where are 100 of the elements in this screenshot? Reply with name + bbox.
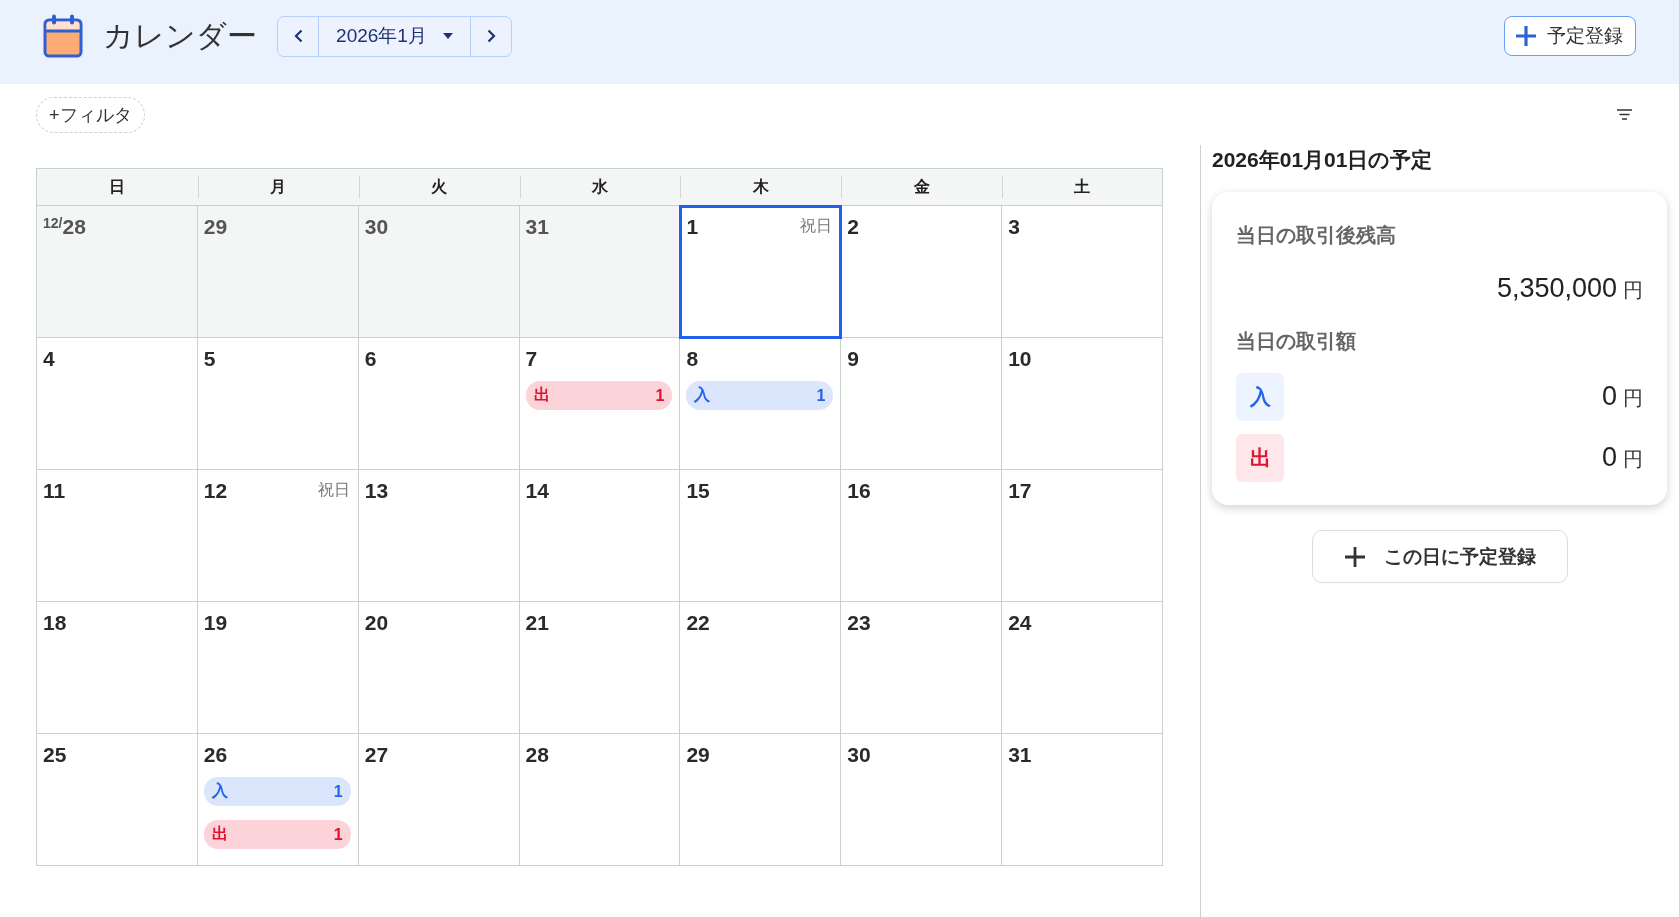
- caret-down-icon: [442, 33, 453, 39]
- filter-icon[interactable]: [1617, 109, 1632, 120]
- day-schedule-title: 2026年01月01日の予定: [1212, 147, 1434, 173]
- day-cell[interactable]: 23: [841, 602, 1003, 734]
- day-cell[interactable]: 20: [358, 602, 520, 734]
- day-cell[interactable]: 1 祝日: [680, 206, 842, 338]
- day-cell[interactable]: 29: [680, 734, 842, 866]
- day-cell[interactable]: 10: [1002, 338, 1163, 470]
- day-cell[interactable]: 12 祝日: [197, 470, 359, 602]
- day-number: 20: [364, 610, 389, 636]
- event-chip[interactable]: 出 1: [203, 820, 351, 849]
- day-cell[interactable]: 16: [841, 470, 1003, 602]
- day-number: 13: [364, 478, 389, 504]
- day-number: 4: [43, 346, 55, 372]
- weekday-header: 金: [841, 169, 1003, 206]
- transaction-amount: 0: [1601, 380, 1617, 413]
- day-cell[interactable]: 27: [358, 734, 520, 866]
- day-number: 17: [1008, 478, 1032, 504]
- day-number: 25: [43, 742, 67, 768]
- day-cell[interactable]: 26 入 1 出 1: [197, 734, 359, 866]
- day-number: 31: [525, 214, 549, 240]
- day-number: 23: [847, 610, 871, 636]
- day-cell[interactable]: 31: [1002, 734, 1163, 866]
- day-cell[interactable]: 14: [519, 470, 681, 602]
- day-number: 5: [203, 346, 216, 372]
- day-cell[interactable]: 17: [1002, 470, 1163, 602]
- add-filter-button[interactable]: +フィルタ: [36, 96, 145, 133]
- transaction-type-badge: 出: [1236, 434, 1284, 482]
- day-number: 6: [364, 346, 377, 372]
- day-number: 31: [1008, 742, 1032, 768]
- day-number: 7: [525, 346, 538, 372]
- day-number: 19: [203, 610, 228, 636]
- transactions-label: 当日の取引額: [1236, 329, 1357, 354]
- day-cell[interactable]: 9: [841, 338, 1003, 470]
- weekday-header: 月: [197, 169, 359, 206]
- day-cell[interactable]: 21: [519, 602, 681, 734]
- day-cell[interactable]: 22: [680, 602, 842, 734]
- day-cell[interactable]: 3: [1002, 206, 1163, 338]
- add-day-schedule-button[interactable]: この日に予定登録: [1311, 530, 1568, 583]
- day-number: 10: [1008, 346, 1032, 372]
- day-cell[interactable]: 25: [37, 734, 198, 866]
- day-number: 30: [364, 214, 389, 240]
- add-schedule-button[interactable]: 予定登録: [1504, 16, 1636, 56]
- day-number: 22: [686, 610, 710, 636]
- day-number: 3: [1008, 214, 1020, 240]
- balance-amount: 5,350,000: [1496, 272, 1617, 305]
- day-cell[interactable]: 28: [519, 734, 681, 866]
- chevron-left-icon: [293, 29, 303, 43]
- month-picker-button[interactable]: 2026年1月: [318, 16, 471, 56]
- currency-unit: 円: [1623, 447, 1643, 472]
- day-number: 26: [203, 742, 228, 768]
- day-number: 1: [686, 214, 699, 240]
- weekday-header: 水: [519, 169, 681, 206]
- day-number: 24: [1008, 610, 1032, 636]
- day-cell[interactable]: 13: [358, 470, 520, 602]
- app-title: カレンダー: [103, 17, 257, 54]
- day-cell[interactable]: 30: [841, 734, 1003, 866]
- day-cell[interactable]: 8 入 1: [680, 338, 842, 470]
- transaction-amount: 0: [1601, 441, 1617, 474]
- day-number: 29: [686, 742, 710, 768]
- day-number: 28: [525, 742, 549, 768]
- weekday-header: 日: [37, 169, 198, 206]
- day-cell[interactable]: 4: [37, 338, 198, 470]
- currency-unit: 円: [1623, 278, 1643, 303]
- day-cell[interactable]: 29: [197, 206, 359, 338]
- day-number: 16: [847, 478, 871, 504]
- day-number: 8: [686, 346, 699, 372]
- day-number: 18: [43, 610, 67, 636]
- weekday-header: 火: [358, 169, 520, 206]
- day-cell[interactable]: 31: [519, 206, 681, 338]
- day-cell[interactable]: 6: [358, 338, 520, 470]
- balance-label: 当日の取引後残高: [1236, 223, 1397, 248]
- weekday-header: 木: [680, 169, 842, 206]
- weekday-header: 土: [1002, 169, 1163, 206]
- day-cell[interactable]: 30: [358, 206, 520, 338]
- day-cell[interactable]: 18: [37, 602, 198, 734]
- holiday-label: 祝日: [800, 216, 833, 236]
- day-number: 9: [847, 346, 859, 372]
- chevron-right-icon: [486, 29, 496, 43]
- day-number: 21: [525, 610, 549, 636]
- day-cell[interactable]: 11: [37, 470, 198, 602]
- plus-icon: [1515, 25, 1537, 47]
- day-cell[interactable]: 7 出 1: [519, 338, 681, 470]
- event-chip[interactable]: 入 1: [686, 381, 834, 410]
- day-number: 15: [686, 478, 710, 504]
- calendar-icon: [43, 14, 83, 58]
- day-number: 12: [203, 478, 228, 504]
- event-chip[interactable]: 入 1: [203, 777, 351, 806]
- day-number: 14: [525, 478, 549, 504]
- day-cell[interactable]: 15: [680, 470, 842, 602]
- event-chip[interactable]: 出 1: [525, 381, 673, 410]
- transaction-type-badge: 入: [1236, 373, 1284, 421]
- day-cell[interactable]: 2: [841, 206, 1003, 338]
- plus-icon: [1343, 545, 1366, 568]
- day-number: 27: [364, 742, 389, 768]
- day-number: 29: [203, 214, 228, 240]
- day-cell[interactable]: 19: [197, 602, 359, 734]
- day-cell[interactable]: 5: [197, 338, 359, 470]
- day-cell[interactable]: 24: [1002, 602, 1163, 734]
- holiday-label: 祝日: [317, 480, 350, 500]
